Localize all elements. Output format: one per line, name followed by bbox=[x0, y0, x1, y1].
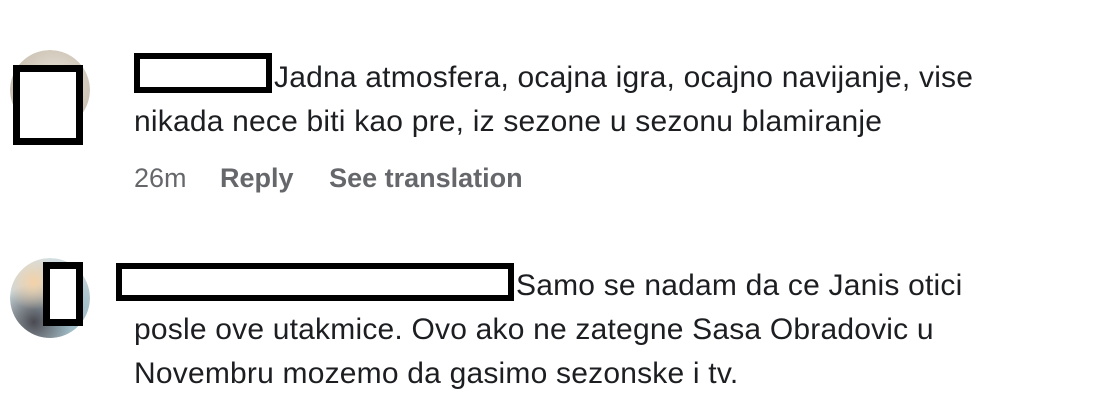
comment-text: Jadna atmosfera, ocajna igra, ocajno nav… bbox=[134, 53, 973, 144]
author-name-redaction[interactable] bbox=[134, 53, 272, 93]
reply-button[interactable]: Reply bbox=[220, 163, 294, 194]
comment-age: 26m bbox=[134, 163, 187, 193]
see-translation-button[interactable]: See translation bbox=[329, 163, 523, 194]
avatar-redaction bbox=[13, 65, 83, 145]
comment-text: Samo se nadam da ce Janis otici posle ov… bbox=[116, 263, 963, 396]
comment-text-line-1: Samo se nadam da ce Janis otici bbox=[516, 269, 963, 302]
avatar-redaction bbox=[43, 262, 83, 326]
comment-text-line-3: Novembru mozemo da gasimo sezonske i tv. bbox=[134, 357, 739, 390]
comment-text-line-2: posle ove utakmice. Ovo ako ne zategne S… bbox=[134, 313, 934, 346]
comment-text-line-1: Jadna atmosfera, ocajna igra, ocajno nav… bbox=[274, 61, 974, 94]
comment-meta: 26m Reply See translation bbox=[134, 163, 523, 194]
author-name-redaction[interactable] bbox=[116, 263, 514, 301]
comment-text-line-2: nikada nece biti kao pre, iz sezone u se… bbox=[134, 105, 883, 138]
